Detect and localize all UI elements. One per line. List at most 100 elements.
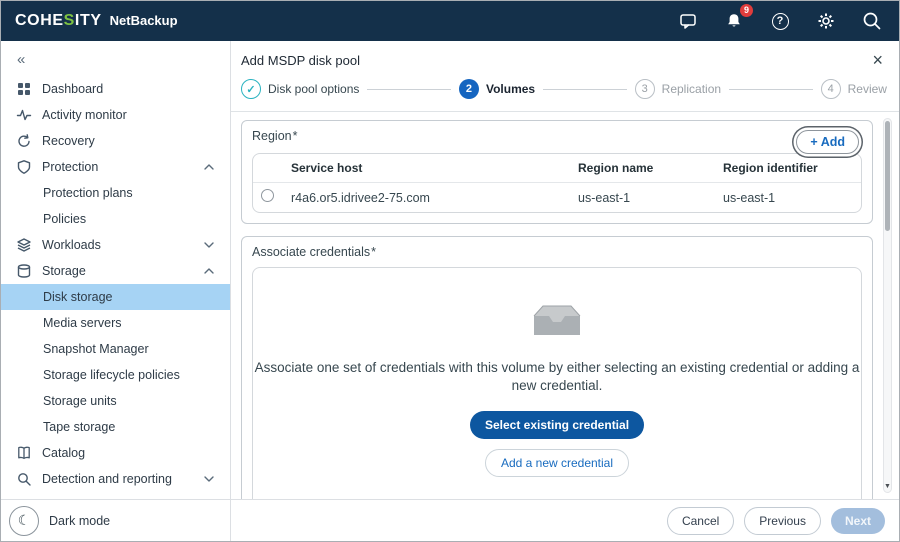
- cancel-button[interactable]: Cancel: [667, 507, 734, 535]
- sidebar-item-label: Detection and reporting: [42, 472, 172, 486]
- sidebar-item-label: Disk storage: [43, 290, 112, 304]
- next-button[interactable]: Next: [831, 508, 885, 534]
- close-icon[interactable]: ×: [872, 51, 883, 69]
- sidebar-item-label: Tape storage: [43, 420, 115, 434]
- sidebar-item-dashboard[interactable]: Dashboard: [1, 76, 230, 102]
- region-row-radio[interactable]: [261, 189, 274, 202]
- sidebar-item-storage[interactable]: Storage: [1, 258, 230, 284]
- column-header-region-name: Region name: [578, 161, 723, 175]
- step-number: 2: [459, 79, 479, 99]
- region-table: Service host Region name Region identifi…: [252, 153, 862, 213]
- dark-mode-label: Dark mode: [49, 514, 110, 528]
- select-existing-credential-button[interactable]: Select existing credential: [470, 411, 644, 439]
- sidebar-item-catalog[interactable]: Catalog: [1, 440, 230, 466]
- sidebar-item-label: Media servers: [43, 316, 122, 330]
- add-new-credential-button[interactable]: Add a new credential: [485, 449, 629, 477]
- sidebar-item-policies[interactable]: Policies: [1, 206, 230, 232]
- required-asterisk: *: [371, 245, 376, 259]
- storage-database-icon: [16, 263, 32, 279]
- previous-button[interactable]: Previous: [744, 507, 821, 535]
- notification-count-badge: 9: [740, 4, 753, 17]
- step-replication[interactable]: 3 Replication: [635, 79, 721, 99]
- region-table-row[interactable]: r4a6.or5.idrivee2-75.com us-east-1 us-ea…: [253, 183, 861, 212]
- wizard-stepper: ✓ Disk pool options 2 Volumes 3 Replicat…: [231, 71, 899, 112]
- region-section: Region* + Add Service host Region name R…: [241, 120, 873, 224]
- scroll-down-icon[interactable]: ▼: [884, 483, 891, 490]
- scrollbar-thumb[interactable]: [885, 121, 890, 231]
- app-logo: COHESITY NetBackup: [15, 12, 178, 30]
- sidebar-item-label: Snapshot Manager: [43, 342, 149, 356]
- column-header-region-identifier: Region identifier: [723, 161, 861, 175]
- step-number: 4: [821, 79, 841, 99]
- dark-mode-toggle[interactable]: ☾ Dark mode: [1, 499, 230, 541]
- wizard-footer: Cancel Previous Next: [231, 499, 899, 541]
- chevron-up-icon: [204, 268, 214, 274]
- sidebar-nav: Dashboard Activity monitor Recovery Prot…: [1, 76, 230, 499]
- add-region-button[interactable]: + Add: [796, 130, 859, 154]
- sidebar-item-protection-plans[interactable]: Protection plans: [1, 180, 230, 206]
- sidebar-item-storage-lifecycle-policies[interactable]: Storage lifecycle policies: [1, 362, 230, 388]
- recovery-icon: [16, 133, 32, 149]
- header-actions: 9 ?: [677, 10, 883, 32]
- search-icon[interactable]: [861, 10, 883, 32]
- step-label: Disk pool options: [268, 82, 359, 96]
- product-name: NetBackup: [110, 13, 178, 28]
- logo-text: ITY: [75, 12, 102, 29]
- sidebar-item-label: Protection plans: [43, 186, 133, 200]
- step-label: Replication: [662, 82, 721, 96]
- sidebar-item-detection-and-reporting[interactable]: Detection and reporting: [1, 466, 230, 492]
- sidebar-collapse-icon[interactable]: «: [1, 41, 230, 76]
- sidebar-item-media-servers[interactable]: Media servers: [1, 310, 230, 336]
- step-check-icon: ✓: [241, 79, 261, 99]
- sidebar-item-tape-storage[interactable]: Tape storage: [1, 414, 230, 440]
- sidebar-item-activity-monitor[interactable]: Activity monitor: [1, 102, 230, 128]
- sidebar-item-disk-storage[interactable]: Disk storage: [1, 284, 230, 310]
- sidebar-item-snapshot-manager[interactable]: Snapshot Manager: [1, 336, 230, 362]
- app-window: COHESITY NetBackup 9 ? «: [0, 0, 900, 542]
- associate-credentials-section: Associate credentials* Associate one set…: [241, 236, 873, 499]
- credentials-label: Associate credentials*: [252, 245, 862, 259]
- sidebar-item-label: Protection: [42, 160, 98, 174]
- magnifier-chart-icon: [16, 471, 32, 487]
- cell-region-name: us-east-1: [578, 191, 723, 205]
- sidebar: « Dashboard Activity monitor Recovery Pr…: [1, 41, 231, 541]
- credentials-message: Associate one set of credentials with th…: [251, 359, 863, 395]
- book-icon: [16, 445, 32, 461]
- page-title: Add MSDP disk pool: [241, 53, 360, 68]
- help-icon[interactable]: ?: [769, 10, 791, 32]
- required-asterisk: *: [293, 129, 298, 143]
- logo-text: COHE: [15, 12, 64, 29]
- radio-cell: [261, 189, 291, 207]
- moon-icon: ☾: [9, 506, 39, 536]
- activity-monitor-icon: [16, 107, 32, 123]
- step-review[interactable]: 4 Review: [821, 79, 887, 99]
- region-label: Region*: [252, 129, 862, 143]
- wizard-title-row: Add MSDP disk pool ×: [231, 41, 899, 71]
- step-number: 3: [635, 79, 655, 99]
- messages-icon[interactable]: [677, 10, 699, 32]
- credentials-empty-state: Associate one set of credentials with th…: [252, 267, 862, 499]
- cell-region-identifier: us-east-1: [723, 191, 861, 205]
- chevron-down-icon: [204, 242, 214, 248]
- cell-service-host: r4a6.or5.idrivee2-75.com: [291, 191, 578, 205]
- sidebar-item-storage-units[interactable]: Storage units: [1, 388, 230, 414]
- main-panel: Add MSDP disk pool × ✓ Disk pool options…: [231, 41, 899, 541]
- sidebar-item-workloads[interactable]: Workloads: [1, 232, 230, 258]
- notifications-bell-icon[interactable]: 9: [723, 10, 745, 32]
- step-label: Volumes: [486, 82, 535, 96]
- vertical-scrollbar[interactable]: ▼: [883, 118, 892, 493]
- step-volumes[interactable]: 2 Volumes: [459, 79, 535, 99]
- settings-gear-icon[interactable]: [815, 10, 837, 32]
- column-header-service-host: Service host: [291, 161, 578, 175]
- region-table-header: Service host Region name Region identifi…: [253, 154, 861, 183]
- sidebar-item-label: Storage units: [43, 394, 117, 408]
- sidebar-item-label: Recovery: [42, 134, 95, 148]
- top-header: COHESITY NetBackup 9 ?: [1, 1, 899, 41]
- sidebar-item-protection[interactable]: Protection: [1, 154, 230, 180]
- sidebar-item-label: Workloads: [42, 238, 101, 252]
- step-label: Review: [848, 82, 887, 96]
- step-disk-pool-options[interactable]: ✓ Disk pool options: [241, 79, 359, 99]
- layers-icon: [16, 237, 32, 253]
- sidebar-item-recovery[interactable]: Recovery: [1, 128, 230, 154]
- sidebar-item-label: Dashboard: [42, 82, 103, 96]
